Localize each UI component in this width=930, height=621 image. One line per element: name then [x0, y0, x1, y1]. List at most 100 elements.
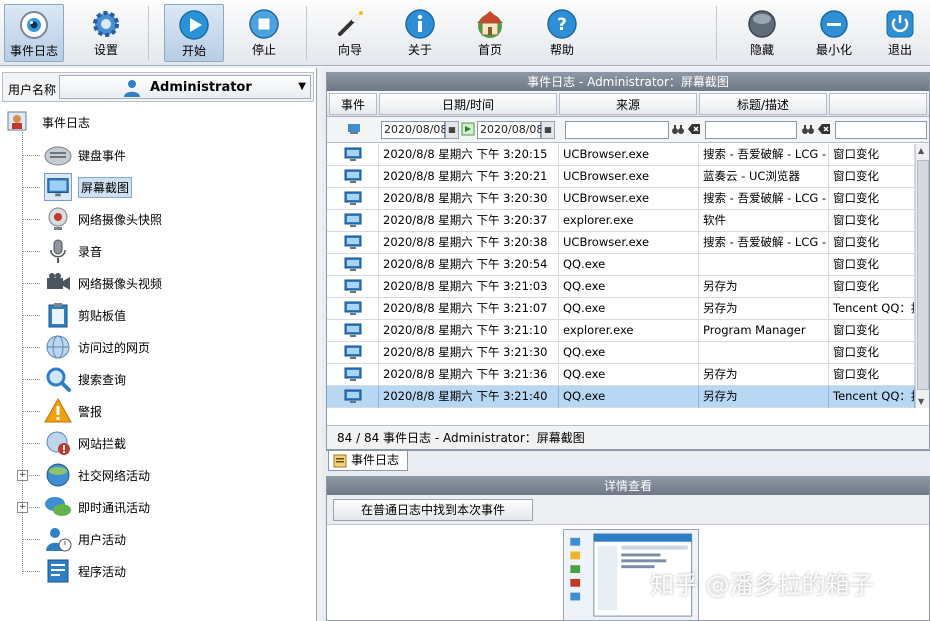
- cell-datetime: 2020/8/8 星期六 下午 3:21:03: [379, 276, 559, 298]
- monitor-icon: [344, 213, 362, 227]
- about-button[interactable]: 关于: [390, 4, 450, 62]
- event-log-button[interactable]: 事件日志: [4, 4, 64, 62]
- hide-button[interactable]: 隐藏: [732, 4, 792, 62]
- column-header-title[interactable]: 标题/描述: [699, 93, 827, 115]
- cell-source: UCBrowser.exe: [559, 144, 699, 166]
- cell-source: QQ.exe: [559, 254, 699, 276]
- monitor-icon: [344, 147, 362, 161]
- expand-icon[interactable]: +: [17, 502, 28, 513]
- column-header-datetime[interactable]: 日期/时间: [379, 93, 557, 115]
- monitor-icon: [344, 367, 362, 381]
- tree-item-visited-pages[interactable]: 访问过的网页: [22, 332, 302, 362]
- cell-description: 窗口变化: [829, 276, 915, 298]
- tree-connector: [22, 443, 40, 444]
- cell-description: 窗口变化: [829, 232, 915, 254]
- table-row[interactable]: 2020/8/8 星期六 下午 3:21:03 QQ.exe 另存为 窗口变化: [327, 276, 915, 298]
- scroll-up-icon[interactable]: ▲: [918, 146, 924, 155]
- selected-user-name: Administrator: [150, 80, 252, 95]
- table-row[interactable]: 2020/8/8 星期六 下午 3:21:10 explorer.exe Progr…: [327, 320, 915, 342]
- tree-connector: [22, 283, 40, 284]
- tree-item-search-queries[interactable]: 搜索查询: [22, 364, 302, 394]
- table-row[interactable]: 2020/8/8 星期六 下午 3:20:30 UCBrowser.exe 搜索 -…: [327, 188, 915, 210]
- table-row[interactable]: 2020/8/8 星期六 下午 3:21:07 QQ.exe 另存为 Tencent …: [327, 298, 915, 320]
- tree-item-webcam-snapshots[interactable]: 网络摄像头快照: [22, 204, 302, 234]
- monitor-icon: [344, 235, 362, 249]
- cell-title: 搜索 - 吾爱破解 - LCG - L: [699, 188, 829, 210]
- cell-description: 窗口变化: [829, 166, 915, 188]
- help-button[interactable]: ? 帮助: [532, 4, 592, 62]
- warning-icon: [44, 397, 72, 423]
- toolbar-separator: [306, 6, 307, 60]
- calendar-icon[interactable]: ▦: [445, 121, 459, 139]
- user-dropdown[interactable]: Administrator ▼: [59, 75, 311, 99]
- scrollbar-thumb[interactable]: [917, 160, 929, 390]
- desc-filter-input[interactable]: [835, 121, 927, 139]
- table-row[interactable]: 2020/8/8 星期六 下午 3:21:36 QQ.exe 另存为 窗口变化: [327, 364, 915, 386]
- program-icon: [47, 559, 69, 583]
- binoculars-icon[interactable]: [801, 122, 815, 136]
- tree-item-audio-recordings[interactable]: 录音: [22, 236, 302, 266]
- tree-root-label: 事件日志: [42, 116, 91, 130]
- about-button-label: 关于: [407, 43, 432, 57]
- tree-item-webcam-video[interactable]: 网络摄像头视频: [22, 268, 302, 298]
- source-filter-input[interactable]: [565, 121, 669, 139]
- start-button[interactable]: 开始: [164, 4, 224, 62]
- monitor-icon: [344, 191, 362, 205]
- monitor-icon: [344, 323, 362, 337]
- column-header-source[interactable]: 来源: [559, 93, 697, 115]
- tree-item-clipboard[interactable]: 剪贴板值: [22, 300, 302, 330]
- table-row[interactable]: 2020/8/8 星期六 下午 3:20:54 QQ.exe 窗口变化: [327, 254, 915, 276]
- table-row[interactable]: 2020/8/8 星期六 下午 3:20:38 UCBrowser.exe 搜索 -…: [327, 232, 915, 254]
- tree-item-alerts[interactable]: 警报: [22, 396, 302, 426]
- table-row[interactable]: 2020/8/8 星期六 下午 3:20:37 explorer.exe 软件 窗口变…: [327, 210, 915, 232]
- tree-item-social-network[interactable]: + 社交网络活动: [17, 460, 302, 490]
- tree-item-label: 社交网络活动: [78, 469, 151, 483]
- binoculars-icon[interactable]: [671, 122, 685, 136]
- vertical-scrollbar[interactable]: ▲ ▼: [915, 144, 929, 408]
- title-filter-input[interactable]: [705, 121, 797, 139]
- column-header-event[interactable]: 事件: [329, 93, 377, 115]
- table-row[interactable]: 2020/8/8 星期六 下午 3:21:40 QQ.exe 另存为 Tencent …: [327, 386, 915, 408]
- help-icon: ?: [547, 9, 577, 39]
- grid-status-bar: 84 / 84 事件日志 - Administrator：屏幕截图: [327, 425, 929, 449]
- grid-filter-row: 2020/08/08 ▦ 2020/08/08 ▦: [327, 117, 929, 143]
- column-header-extra[interactable]: [829, 93, 927, 115]
- monitor-icon: [44, 173, 72, 201]
- tree-item-screenshots[interactable]: 屏幕截图: [22, 172, 302, 202]
- tree-item-instant-messaging[interactable]: + 即时通讯活动: [17, 492, 302, 522]
- tree-item-user-activity[interactable]: 用户活动: [22, 524, 302, 554]
- filter-icon[interactable]: [347, 122, 361, 136]
- date-to-input[interactable]: 2020/08/08: [477, 121, 543, 139]
- expand-icon[interactable]: +: [17, 470, 28, 481]
- cell-description: Tencent QQ：按: [829, 386, 915, 408]
- exit-button[interactable]: 退出: [872, 4, 928, 62]
- minimize-button[interactable]: 最小化: [804, 4, 864, 62]
- tree-item-keyboard-events[interactable]: 键盘事件: [22, 140, 302, 170]
- table-row[interactable]: 2020/8/8 星期六 下午 3:20:15 UCBrowser.exe 搜索 -…: [327, 144, 915, 166]
- settings-button[interactable]: 设置: [76, 4, 136, 62]
- wizard-button[interactable]: 向导: [320, 4, 380, 62]
- clear-filter-icon[interactable]: [817, 122, 831, 136]
- tree-item-website-blocking[interactable]: 网站拦截: [22, 428, 302, 458]
- scroll-down-icon[interactable]: ▼: [918, 397, 924, 406]
- left-navigation-panel: 用户名称 Administrator ▼ 事件日志 键盘事件 屏幕截图 网络摄像…: [0, 68, 317, 621]
- tree-connector: [22, 251, 40, 252]
- stop-button[interactable]: 停止: [234, 4, 294, 62]
- home-button[interactable]: 首页: [460, 4, 520, 62]
- cell-event: [327, 386, 379, 408]
- hide-icon: [748, 10, 776, 38]
- date-from-input[interactable]: 2020/08/08: [381, 121, 447, 139]
- tree-item-label: 键盘事件: [78, 149, 127, 163]
- tab-event-log[interactable]: 事件日志: [328, 451, 408, 471]
- table-row[interactable]: 2020/8/8 星期六 下午 3:21:30 QQ.exe 窗口变化: [327, 342, 915, 364]
- tree-root-event-log[interactable]: 事件日志: [6, 110, 306, 132]
- tree-item-program-activity[interactable]: 程序活动: [22, 556, 302, 586]
- minimize-button-label: 最小化: [815, 43, 852, 57]
- user-selector-bar: 用户名称 Administrator ▼: [2, 72, 314, 102]
- table-row[interactable]: 2020/8/8 星期六 下午 3:20:21 UCBrowser.exe 蓝奏云 …: [327, 166, 915, 188]
- find-in-log-button[interactable]: 在普通日志中找到本次事件: [333, 499, 533, 521]
- calendar-icon[interactable]: ▦: [541, 121, 555, 139]
- monitor-icon: [344, 301, 362, 315]
- monitor-icon: [344, 345, 362, 359]
- clear-filter-icon[interactable]: [687, 122, 701, 136]
